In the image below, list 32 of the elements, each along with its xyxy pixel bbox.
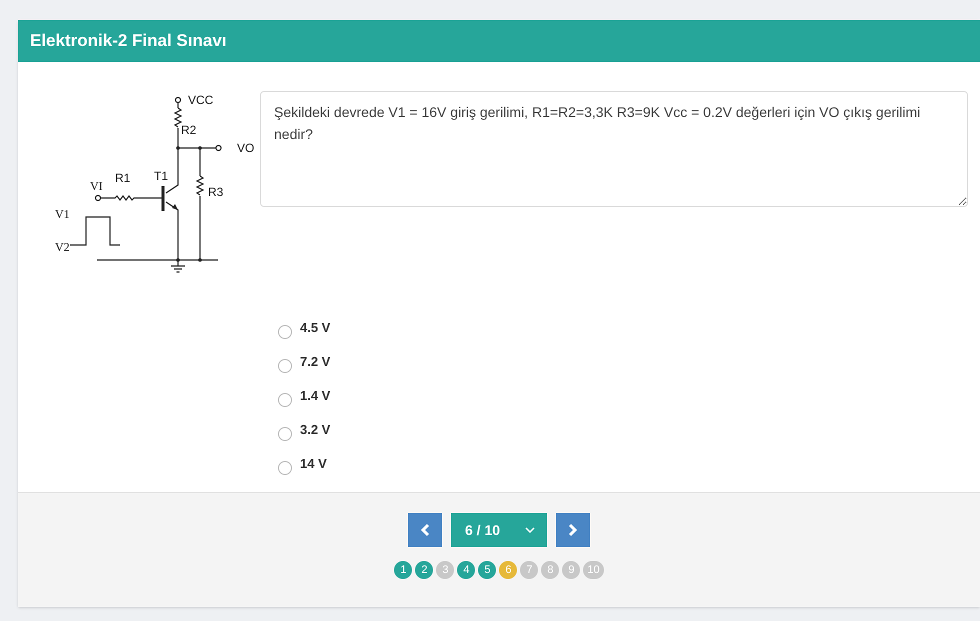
- radio-button[interactable]: [278, 427, 292, 441]
- radio-button[interactable]: [278, 461, 292, 475]
- chevron-left-icon: [420, 523, 430, 537]
- circuit-label: VO: [237, 141, 254, 155]
- radio-button[interactable]: [278, 325, 292, 339]
- caret-icon: [525, 527, 535, 533]
- option-label: 3.2 V: [300, 421, 330, 440]
- option-label: 1.4 V: [300, 387, 330, 406]
- previous-button[interactable]: [408, 513, 442, 547]
- question-step[interactable]: 4: [457, 561, 476, 579]
- radio-button[interactable]: [278, 359, 292, 373]
- question-step[interactable]: 6: [499, 561, 518, 579]
- circuit-label: V2: [55, 240, 70, 254]
- question-step[interactable]: 1: [394, 561, 412, 579]
- next-button[interactable]: [556, 513, 590, 547]
- circuit-label: VI: [90, 179, 103, 193]
- circuit-label: V1: [55, 207, 70, 221]
- option-label: 4.5 V: [300, 319, 330, 338]
- radio-button[interactable]: [278, 393, 292, 407]
- circuit-label: T1: [154, 169, 168, 183]
- chevron-right-icon: [568, 523, 578, 537]
- option-label: 14 V: [300, 455, 327, 474]
- circuit-label: R3: [208, 185, 224, 199]
- question-step[interactable]: 5: [478, 561, 496, 579]
- circuit-label: R2: [181, 123, 196, 137]
- exam-title: Elektronik-2 Final Sınavı: [30, 30, 227, 52]
- option-label: 7.2 V: [300, 353, 330, 372]
- question-step[interactable]: 2: [415, 561, 434, 579]
- circuit-label: R1: [115, 171, 130, 185]
- question-select[interactable]: 6 / 10: [451, 513, 547, 547]
- circuit-label: VCC: [188, 93, 214, 107]
- question-field[interactable]: Şekildeki devrede V1 = 16V giriş gerilimi, R1=R2=3,3K R3=9K Vcc = 0.2V değerleri için VO çıkış gerilimi nedir?: [260, 91, 968, 207]
